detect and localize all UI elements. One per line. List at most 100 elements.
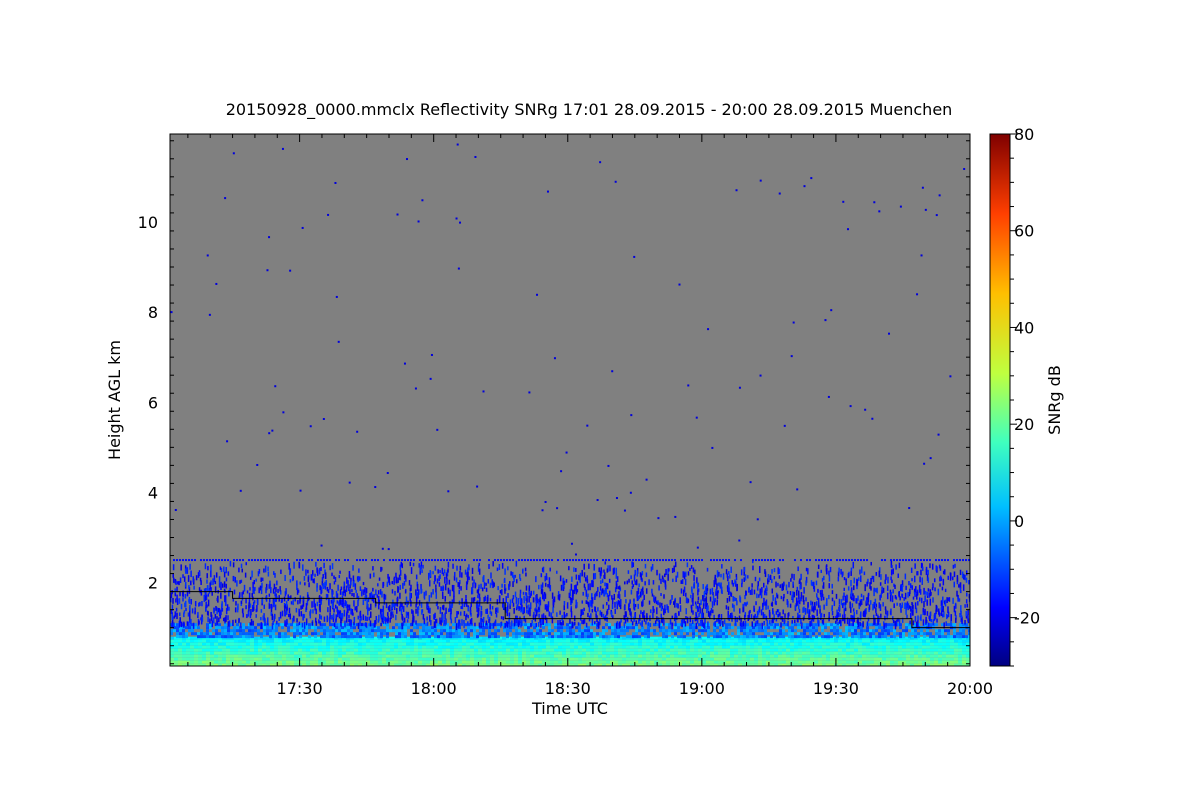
echo-cell	[698, 648, 702, 652]
echo-cell	[303, 576, 306, 581]
echo-cell	[242, 657, 246, 661]
echo-cell	[731, 626, 734, 630]
echo-cell	[211, 620, 214, 628]
echo-cell	[858, 642, 862, 646]
echo-cell	[870, 660, 874, 664]
echo-cell	[242, 626, 245, 630]
echo-cell	[203, 635, 206, 639]
echo-cell	[310, 654, 314, 658]
echo-cell	[669, 619, 672, 625]
echo-cell	[502, 639, 506, 643]
echo-cell	[380, 635, 383, 639]
echo-cell	[222, 642, 226, 646]
echo-cell	[188, 610, 191, 617]
echo-cell	[226, 642, 230, 646]
echo-cell	[803, 629, 806, 633]
echo-cell	[593, 564, 595, 571]
echo-cell	[876, 587, 878, 594]
echo-cell	[690, 654, 694, 658]
echo-cell	[350, 619, 353, 626]
echo-cell	[297, 600, 299, 605]
echo-cell	[787, 620, 789, 627]
echo-cell	[210, 570, 212, 578]
echo-cell	[358, 654, 362, 658]
echo-cell	[174, 639, 178, 643]
echo-cell	[946, 648, 950, 652]
echo-cell	[272, 632, 275, 636]
echo-cell	[368, 629, 371, 633]
echo-cell	[942, 645, 946, 649]
echo-cell	[218, 654, 222, 658]
echo-cell	[609, 565, 611, 572]
echo-cell	[214, 654, 218, 658]
echo-cell	[950, 645, 954, 649]
echo-cell	[202, 639, 206, 643]
echo-cell	[728, 626, 731, 630]
echo-cell	[942, 660, 946, 664]
echo-cell	[566, 645, 570, 649]
echo-cell	[890, 626, 893, 630]
echo-cell	[430, 654, 434, 658]
echo-cell	[606, 657, 610, 661]
echo-cell	[338, 645, 342, 649]
echo-cell	[905, 585, 907, 590]
echo-cell	[182, 648, 186, 652]
echo-cell	[319, 621, 322, 626]
echo-cell	[323, 632, 326, 636]
echo-cell	[734, 639, 738, 643]
echo-cell	[518, 629, 521, 633]
echo-cell	[350, 651, 354, 655]
echo-cell	[645, 572, 648, 577]
echo-cell	[830, 648, 834, 652]
echo-cell	[869, 623, 872, 627]
echo-cell	[859, 569, 861, 575]
echo-cell	[409, 592, 411, 599]
echo-cell	[452, 584, 455, 592]
echo-cell	[917, 615, 919, 621]
echo-cell	[298, 621, 301, 626]
echo-cell	[458, 582, 461, 589]
echo-cell	[722, 648, 726, 652]
echo-cell	[238, 660, 242, 664]
echo-cell	[629, 626, 632, 630]
echo-cell	[269, 626, 272, 630]
echo-cell	[458, 660, 462, 664]
echo-cell	[929, 598, 932, 606]
echo-cell	[755, 629, 758, 633]
echo-cell	[665, 629, 668, 633]
echo-cell	[234, 607, 237, 613]
echo-cell	[790, 639, 794, 643]
echo-cell	[299, 632, 302, 636]
echo-cell	[666, 651, 670, 655]
echo-cell	[303, 621, 306, 629]
echo-cell	[736, 617, 738, 623]
echo-cell	[853, 577, 856, 584]
echo-cell	[299, 629, 302, 633]
echo-cell	[250, 654, 254, 658]
echo-cell	[720, 573, 722, 578]
echo-cell	[689, 616, 692, 623]
echo-cell	[587, 602, 590, 608]
echo-cell	[198, 620, 200, 625]
echo-cell	[646, 651, 650, 655]
echo-cell	[702, 657, 706, 661]
echo-cell	[654, 636, 658, 640]
echo-cell	[764, 569, 766, 574]
echo-cell	[863, 632, 866, 636]
echo-cell	[294, 657, 298, 661]
echo-cell	[498, 651, 502, 655]
echo-cell	[170, 651, 174, 655]
echo-cell	[225, 615, 227, 622]
echo-cell	[186, 657, 190, 661]
echo-cell	[814, 642, 818, 646]
echo-cell	[742, 657, 746, 661]
echo-cell	[588, 606, 591, 613]
echo-cell	[413, 632, 416, 636]
echo-cell	[610, 645, 614, 649]
echo-cell	[910, 639, 914, 643]
echo-cell	[718, 648, 722, 652]
echo-cell	[938, 632, 941, 636]
echo-cell	[587, 635, 590, 639]
echo-cell	[482, 629, 485, 633]
echo-cell	[334, 654, 338, 658]
